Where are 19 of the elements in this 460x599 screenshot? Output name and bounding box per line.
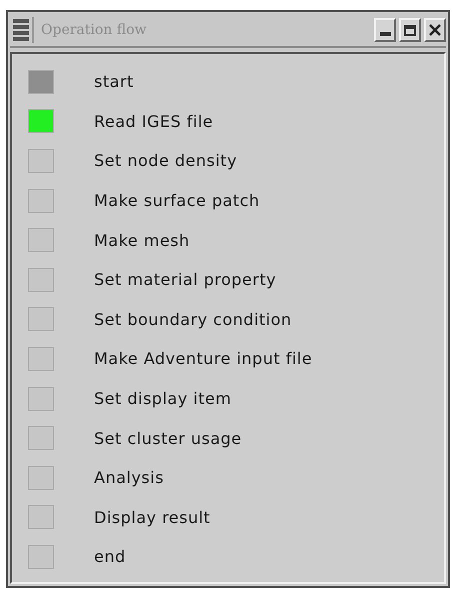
maximize-button[interactable] [399, 18, 421, 42]
step-label: Make Adventure input file [94, 349, 312, 368]
step-label: Analysis [94, 468, 164, 488]
step-label: Display result [94, 508, 210, 527]
step-label: start [94, 72, 134, 92]
step-label: end [94, 547, 126, 566]
step-label: Make surface patch [94, 191, 260, 210]
step-label: Make mesh [94, 230, 190, 250]
menu-icon[interactable] [10, 17, 34, 43]
step-label: Set cluster usage [94, 428, 242, 448]
step-label: Set material property [94, 270, 276, 290]
step-label: Set node density [94, 151, 238, 170]
step-label: Read IGES file [94, 112, 214, 131]
step-label: Set boundary condition [94, 310, 292, 329]
minimize-button[interactable] [374, 18, 396, 42]
close-button[interactable] [424, 18, 446, 42]
close-icon [429, 24, 441, 36]
window-title: Operation flow [40, 22, 148, 38]
step-label: Set display item [94, 389, 232, 408]
